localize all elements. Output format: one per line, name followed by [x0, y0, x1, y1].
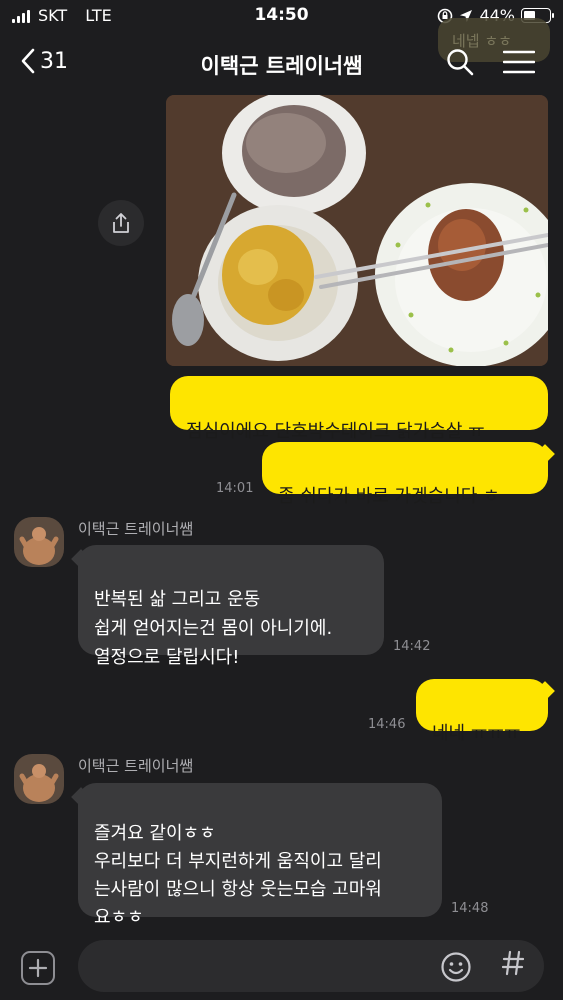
avatar[interactable]: [14, 754, 64, 804]
avatar[interactable]: [14, 517, 64, 567]
message-input-bar: [0, 934, 563, 1000]
chat-header: 31 이택근 트레이너쌤: [0, 32, 563, 94]
my-message-bubble[interactable]: 네네 ㅠㅠㅠ: [416, 679, 548, 744]
share-icon: [113, 213, 129, 233]
message-text: 즐겨요 같이ㅎㅎ 우리보다 더 부지런하게 움직이고 달리 는사람이 많으니 항…: [94, 823, 382, 928]
my-message-bubble[interactable]: 좀 쉬다가 바로 가겟습니다 ㅎ: [262, 442, 548, 507]
message-text: 좀 쉬다가 바로 가겟습니다 ㅎ: [278, 486, 500, 507]
avatar-image: [14, 517, 64, 567]
message-text: 점심이에요 단호박수테이크 닭가슴살 ㅠ: [186, 421, 485, 442]
message-time: 14:48: [451, 901, 489, 916]
my-message-bubble[interactable]: 점심이에요 단호박수테이크 닭가슴살 ㅠ: [170, 376, 548, 442]
message-text: 반복된 삶 그리고 운동 쉽게 얻어지는건 몸이 아니기에. 열정으로 달립시다…: [94, 589, 333, 668]
hash-button[interactable]: [501, 949, 525, 984]
meal-photo[interactable]: [166, 95, 548, 366]
attach-button[interactable]: [21, 951, 55, 985]
avatar-image: [14, 754, 64, 804]
message-text: 네네 ㅠㅠㅠ: [432, 723, 521, 744]
hash-icon: [501, 950, 525, 976]
message-input[interactable]: [78, 940, 544, 992]
plus-icon: [28, 958, 48, 978]
received-message-bubble[interactable]: 반복된 삶 그리고 운동 쉽게 얻어지는건 몸이 아니기에. 열정으로 달립시다…: [78, 545, 384, 668]
chat-title: 이택근 트레이너쌤: [200, 54, 363, 78]
menu-icon: [502, 50, 536, 74]
share-button[interactable]: [98, 200, 144, 246]
message-time: 14:01: [216, 481, 254, 496]
received-message-bubble[interactable]: 즐겨요 같이ㅎㅎ 우리보다 더 부지런하게 움직이고 달리 는사람이 많으니 항…: [78, 783, 442, 928]
meal-photo-image: [166, 95, 548, 366]
menu-button[interactable]: [502, 50, 536, 78]
message-time: 14:42: [393, 639, 431, 654]
search-button[interactable]: [446, 48, 474, 80]
message-time: 14:46: [368, 717, 406, 732]
sender-name: 이택근 트레이너쌤: [78, 520, 194, 538]
emoji-icon: [441, 952, 471, 982]
sender-name: 이택근 트레이너쌤: [78, 757, 194, 775]
search-icon: [447, 49, 474, 76]
emoji-button[interactable]: [440, 951, 472, 987]
